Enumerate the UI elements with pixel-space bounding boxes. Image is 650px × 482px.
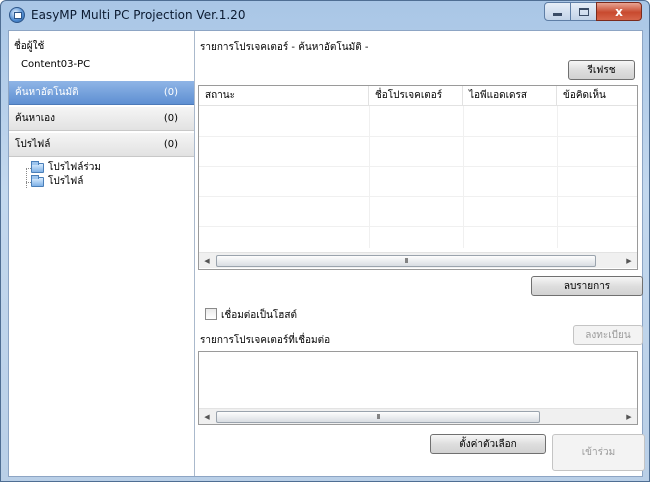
nav-item-label: โปรไฟล์ [15,139,51,150]
left-panel: ชื่อผู้ใช้ Content03-PC ค้นหาอัตโนมัติ (… [9,31,195,476]
close-button[interactable]: x [596,2,642,21]
projector-table[interactable]: สถานะ ชื่อโปรเจคเตอร์ ไอพีแอดเดรส ข้อคิด… [198,85,638,270]
nav-item-label: ค้นหาเอง [15,113,56,124]
grid-line [199,196,637,197]
tree-item-label: โปรไฟล์ [48,176,84,187]
column-status[interactable]: สถานะ [199,86,369,106]
scroll-thumb[interactable]: III [216,411,540,423]
maximize-icon [578,7,589,16]
remove-button[interactable]: ลบรายการ [531,276,643,296]
nav-auto-search[interactable]: ค้นหาอัตโนมัติ (0) [9,80,194,105]
nav-item-count: (0) [163,139,178,150]
minimize-button[interactable] [544,2,571,21]
scroll-right-icon[interactable]: ▶ [621,409,637,425]
nav-item-count: (0) [163,113,178,124]
join-button[interactable]: เข้าร่วม [552,434,645,471]
nav-item-label: ค้นหาอัตโนมัติ [15,87,79,98]
user-name-label: ชื่อผู้ใช้ [14,41,45,52]
scroll-thumb[interactable]: III [216,255,596,267]
nav-item-count: (0) [163,87,178,98]
user-name-value: Content03-PC [21,59,91,70]
close-icon: x [615,4,623,19]
main-panel: รายการโปรเจคเตอร์ - ค้นหาอัตโนมัติ - รีเ… [196,31,645,476]
connect-as-host-label[interactable]: เชื่อมต่อเป็นโฮสต์ [221,308,297,323]
connected-projector-list[interactable]: ◀ III ▶ [198,351,638,425]
table-header: สถานะ ชื่อโปรเจคเตอร์ ไอพีแอดเดรส ข้อคิด… [199,86,637,106]
window-title: EasyMP Multi PC Projection Ver.1.20 [31,8,246,22]
list-horizontal-scrollbar[interactable]: ◀ III ▶ [199,408,637,424]
app-window: EasyMP Multi PC Projection Ver.1.20 x ชื… [0,0,650,482]
table-horizontal-scrollbar[interactable]: ◀ III ▶ [199,252,637,268]
folder-icon [31,174,44,187]
scroll-left-icon[interactable]: ◀ [199,409,215,425]
projector-app-icon [9,7,25,23]
tree-item-shared-profile[interactable]: โปรไฟล์ร่วม [21,160,101,174]
maximize-button[interactable] [570,2,597,21]
refresh-button[interactable]: รีเฟรช [568,60,635,80]
client-area: ชื่อผู้ใช้ Content03-PC ค้นหาอัตโนมัติ (… [8,30,645,477]
projector-list-title: รายการโปรเจคเตอร์ - ค้นหาอัตโนมัติ - [200,42,369,53]
nav-profile[interactable]: โปรไฟล์ (0) [9,132,194,157]
tree-item-profile[interactable]: โปรไฟล์ [21,174,84,188]
set-options-button[interactable]: ตั้งค่าตัวเลือก [430,434,546,454]
grid-line [199,136,637,137]
title-bar[interactable]: EasyMP Multi PC Projection Ver.1.20 x [1,1,649,29]
register-button[interactable]: ลงทะเบียน [573,325,643,345]
tree-item-label: โปรไฟล์ร่วม [48,162,101,173]
scroll-left-icon[interactable]: ◀ [199,253,215,269]
column-ip-address[interactable]: ไอพีแอดเดรส [463,86,557,106]
grid-line [199,226,637,227]
column-projector-name[interactable]: ชื่อโปรเจคเตอร์ [369,86,463,106]
minimize-icon [553,13,562,16]
folder-icon [31,160,44,173]
scroll-right-icon[interactable]: ▶ [621,253,637,269]
connected-list-title: รายการโปรเจคเตอร์ที่เชื่อมต่อ [200,335,331,346]
column-comment[interactable]: ข้อคิดเห็น [557,86,637,106]
nav-manual-search[interactable]: ค้นหาเอง (0) [9,106,194,131]
connect-as-host-checkbox[interactable] [205,308,217,320]
grid-line [199,166,637,167]
